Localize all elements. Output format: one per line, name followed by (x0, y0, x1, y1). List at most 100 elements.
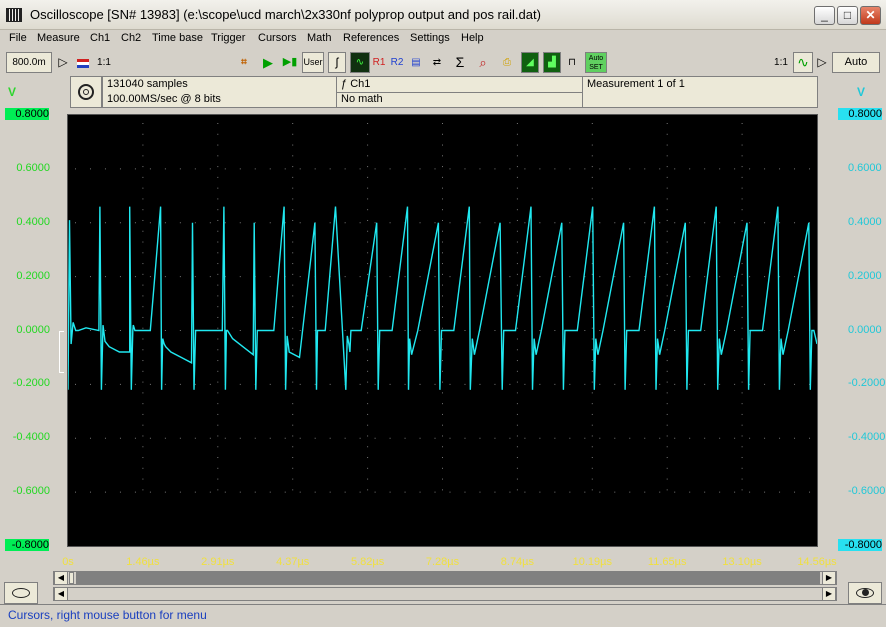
maximize-button[interactable]: □ (837, 6, 858, 25)
menu-help[interactable]: Help (461, 32, 484, 44)
probe-right-icon[interactable]: ▷ (814, 52, 830, 73)
flag-icon[interactable] (74, 52, 92, 73)
swap-icon[interactable]: ⇄ (427, 52, 447, 73)
grid-dot (179, 383, 181, 385)
play-icon[interactable]: ▶ (258, 52, 278, 73)
scroll-thumb-top[interactable] (69, 572, 74, 584)
menu-references[interactable]: References (343, 32, 399, 44)
grid-dot (164, 491, 166, 493)
grid-dot (614, 330, 616, 331)
r1-button[interactable]: R1 (371, 52, 387, 73)
scroll-track-top[interactable] (76, 572, 820, 584)
sum-icon[interactable]: Σ (451, 52, 469, 73)
auto-mode-button[interactable]: Auto (832, 52, 880, 73)
pulse-icon[interactable]: ⊓ (563, 52, 581, 73)
plot-area[interactable] (67, 114, 818, 547)
grid-dot (142, 155, 144, 157)
grid-dot (591, 349, 593, 351)
grid-dot (741, 209, 743, 211)
grid-dot (689, 491, 691, 493)
volt-range-button[interactable]: 800.0m (6, 52, 52, 73)
oscilloscope-window: Oscilloscope [SN# 13983] (e:\scope\ucd m… (0, 0, 886, 627)
grid-dot (554, 222, 556, 224)
horizontal-scrollbar-top[interactable]: ◀ ▶ (53, 571, 837, 585)
grid-dot (479, 276, 481, 278)
auto-set-button[interactable]: Auto SET (585, 52, 607, 73)
grid-dot (569, 222, 571, 224)
grid-dot (516, 198, 518, 200)
step-icon[interactable]: ▟ (543, 52, 561, 73)
trigger-edge-icon[interactable]: ʃ (328, 52, 346, 73)
zoom-icon[interactable]: ⌕ (473, 52, 493, 73)
grid-dot (704, 168, 706, 170)
grid-dot (434, 330, 436, 331)
grid-dot (367, 413, 369, 415)
grid-dot (374, 168, 376, 170)
grid-dot (659, 168, 661, 170)
grid-dot (442, 306, 443, 308)
scroll-left-arrow-bottom[interactable]: ◀ (54, 588, 68, 600)
grid-dot (554, 276, 556, 278)
eye-icon[interactable] (848, 582, 882, 604)
grid-dot (442, 478, 443, 480)
grid-dot (419, 276, 421, 278)
menu-cursors[interactable]: Cursors (258, 32, 297, 44)
single-shot-icon[interactable]: ▶▮ (280, 52, 300, 73)
grid-dot (292, 306, 294, 308)
scroll-right-arrow-bottom[interactable]: ▶ (822, 588, 836, 600)
time-tick-label: 13.10µs (722, 556, 762, 568)
grid-dot (217, 424, 219, 426)
user-button[interactable]: User (302, 52, 324, 73)
close-button[interactable]: ✕ (860, 6, 881, 25)
grid-dot (299, 168, 301, 170)
persistence-icon[interactable]: ◢ (521, 52, 539, 73)
grid-dot (329, 168, 331, 170)
probe-icon[interactable]: ▷ (54, 52, 72, 73)
menu-ch2[interactable]: Ch2 (121, 32, 141, 44)
menu-file[interactable]: File (9, 32, 27, 44)
menu-bar: File Measure Ch1 Ch2 Time base Trigger C… (0, 30, 886, 48)
grid-dot (599, 168, 601, 170)
ratio-right-button[interactable]: 1:1 (770, 52, 792, 73)
grid-dot (524, 276, 526, 278)
minimize-button[interactable]: _ (814, 6, 835, 25)
menu-measure[interactable]: Measure (37, 32, 80, 44)
grid-dot (89, 276, 91, 278)
grid-dot (666, 209, 668, 211)
menu-time-base[interactable]: Time base (152, 32, 203, 44)
grid-dot (217, 166, 219, 168)
scroll-right-arrow-top[interactable]: ▶ (822, 572, 836, 584)
grid-dot (149, 168, 151, 170)
grid-dot (644, 222, 646, 224)
r2-button[interactable]: R2 (389, 52, 405, 73)
waveform-icon[interactable]: ∿ (793, 52, 813, 73)
grid-dot (419, 383, 421, 385)
target-icon[interactable] (70, 76, 102, 108)
grid-dot (367, 187, 369, 189)
open-file-icon[interactable]: ⌗ (234, 52, 254, 73)
grid-dot (359, 383, 361, 385)
menu-ch1[interactable]: Ch1 (90, 32, 110, 44)
menu-math[interactable]: Math (307, 32, 331, 44)
grid-dot (104, 383, 106, 385)
grid-dot (666, 187, 668, 189)
compare-icon[interactable]: ▤ (406, 52, 426, 73)
grid-dot (591, 176, 593, 178)
menu-settings[interactable]: Settings (410, 32, 450, 44)
grid-dot (292, 123, 294, 124)
channel-toggle-icon[interactable] (4, 582, 38, 604)
print-icon[interactable]: ⎙ (497, 52, 517, 73)
grid-dot (674, 491, 676, 493)
grid-dot (217, 123, 219, 124)
grid-dot (666, 424, 668, 426)
grid-dot (764, 491, 766, 493)
grid-dot (217, 133, 219, 135)
ratio-left-button[interactable]: 1:1 (94, 52, 114, 73)
grid-dot (614, 168, 616, 170)
scope-view-icon[interactable]: ∿ (350, 52, 370, 73)
trigger-level-marker[interactable] (59, 331, 64, 373)
menu-trigger[interactable]: Trigger (211, 32, 245, 44)
scroll-left-arrow-top[interactable]: ◀ (54, 572, 68, 584)
grid-dot (179, 491, 181, 493)
horizontal-scrollbar-bottom[interactable]: ◀ ▶ (53, 587, 837, 601)
